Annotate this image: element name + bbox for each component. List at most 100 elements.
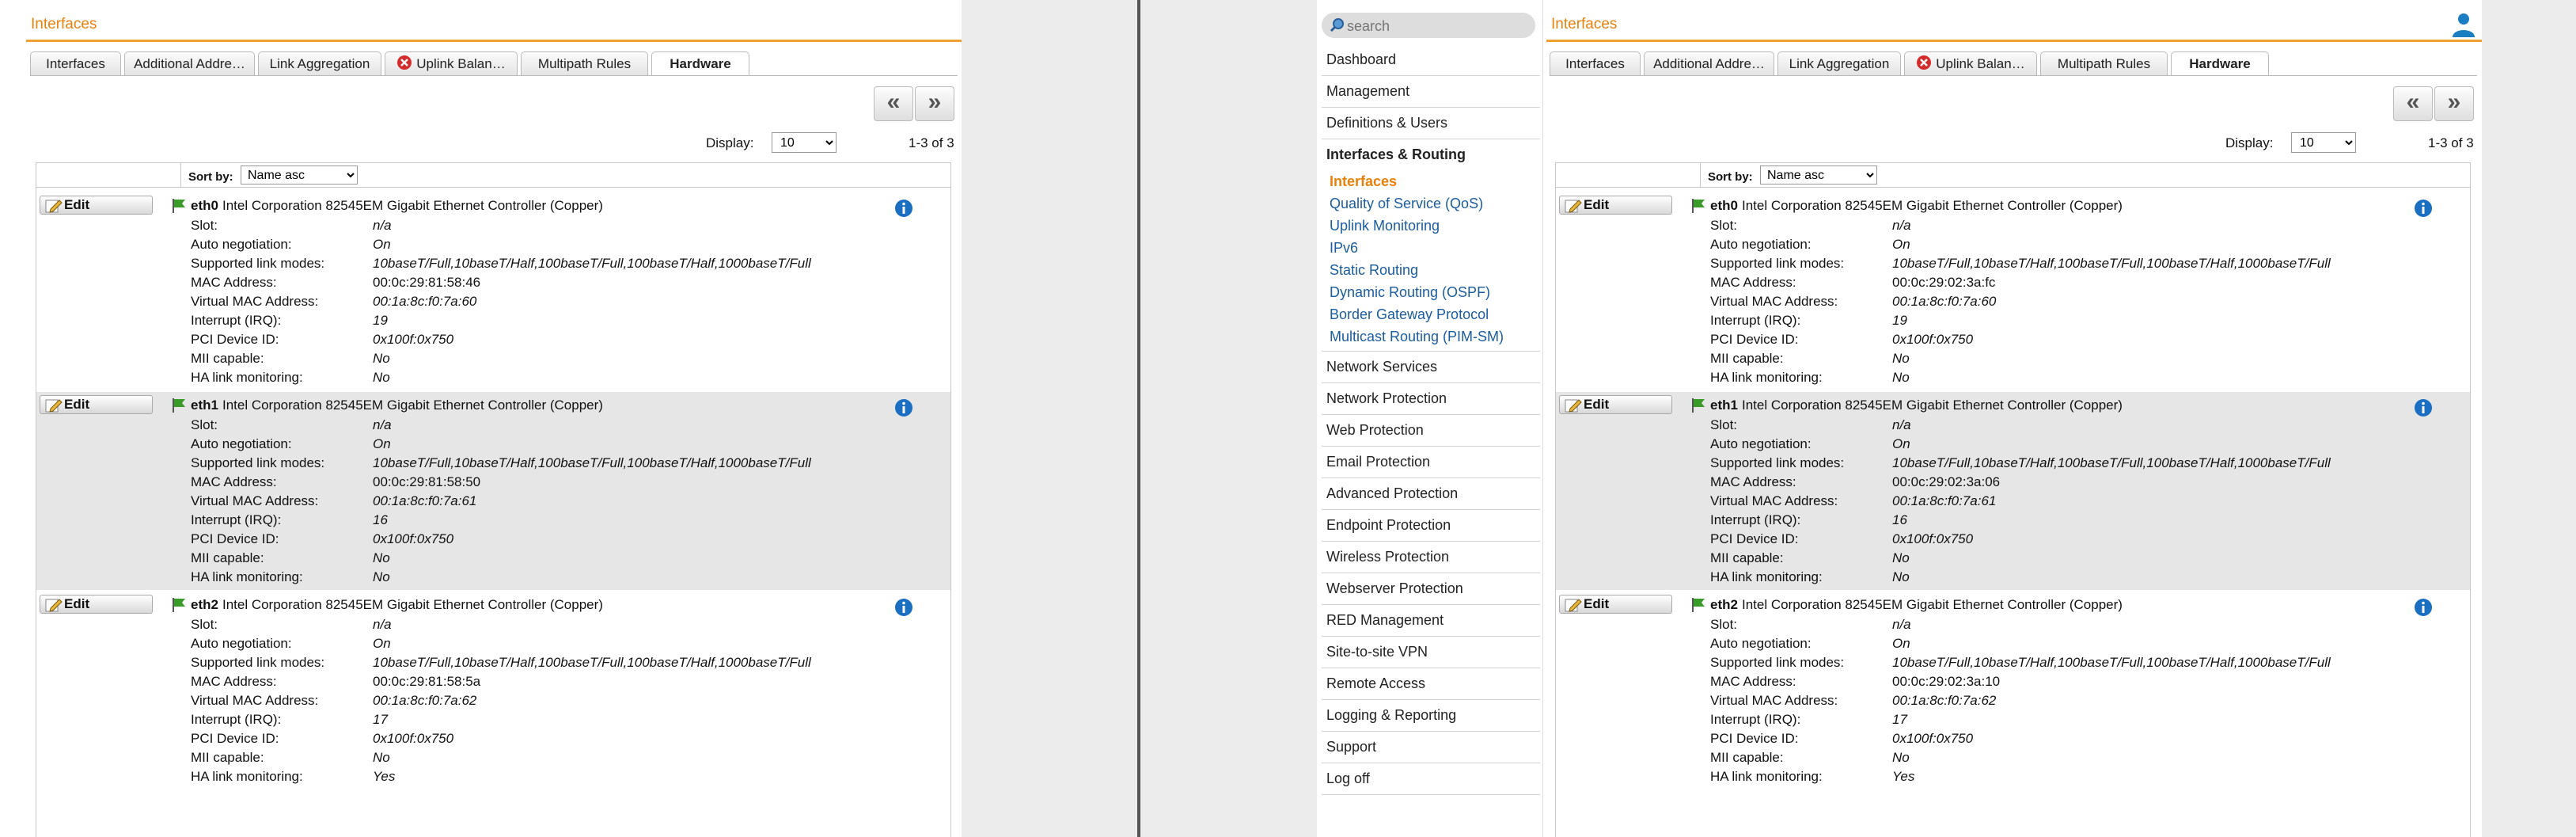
next-page-button[interactable]: »: [2434, 86, 2474, 121]
tab-hardware[interactable]: Hardware: [2171, 51, 2269, 76]
screen-divider: [1137, 0, 1140, 837]
edit-button[interactable]: Edit: [1559, 196, 1672, 215]
tab-label: Hardware: [2189, 56, 2251, 71]
menu-item-advanced-protection[interactable]: Advanced Protection: [1322, 478, 1540, 510]
menu-item-logging-reporting[interactable]: Logging & Reporting: [1322, 700, 1540, 732]
result-count: 1-3 of 3: [909, 135, 954, 150]
edit-button[interactable]: Edit: [40, 196, 153, 215]
property-value-mac: 00:0c:29:81:58:5a: [373, 674, 481, 689]
info-icon[interactable]: [2414, 598, 2433, 621]
property-value-auto: On: [373, 636, 391, 651]
menu-item-network-services[interactable]: Network Services: [1322, 352, 1540, 383]
tab-link-aggregation[interactable]: Link Aggregation: [1777, 51, 1901, 75]
submenu-item-dynamic-routing-ospf[interactable]: Dynamic Routing (OSPF): [1322, 281, 1540, 303]
menu-item-dashboard[interactable]: Dashboard: [1322, 44, 1540, 76]
tab-hardware[interactable]: Hardware: [651, 51, 749, 76]
property-label: Auto negotiation:: [191, 636, 292, 651]
edit-button[interactable]: Edit: [1559, 595, 1672, 614]
interface-id: eth0: [191, 198, 218, 213]
menu-item-network-protection[interactable]: Network Protection: [1322, 383, 1540, 415]
property-value-mac: 00:0c:29:81:58:46: [373, 275, 481, 290]
menu-item-endpoint-protection[interactable]: Endpoint Protection: [1322, 510, 1540, 542]
tab-label: Uplink Balan…: [1936, 56, 2025, 71]
property-value-pci: 0x100f:0x750: [1892, 731, 1974, 746]
hardware-list: Sort by: Name asc Edit eth0 Intel Corporatio…: [1555, 162, 2471, 837]
menu-item-wireless-protection[interactable]: Wireless Protection: [1322, 542, 1540, 573]
menu-item-email-protection[interactable]: Email Protection: [1322, 447, 1540, 478]
tab-uplink-balan[interactable]: Uplink Balan…: [1904, 51, 2037, 75]
edit-button[interactable]: Edit: [40, 395, 153, 414]
menu-item-site-to-site-vpn[interactable]: Site-to-site VPN: [1322, 637, 1540, 668]
submenu-item-static-routing[interactable]: Static Routing: [1322, 259, 1540, 281]
tab-interfaces[interactable]: Interfaces: [1550, 51, 1641, 75]
property-label: MAC Address:: [1710, 674, 1796, 689]
edit-button[interactable]: Edit: [40, 595, 153, 614]
search-box[interactable]: [1322, 13, 1535, 38]
display-select[interactable]: 10: [2291, 132, 2356, 153]
property-value-mii: No: [1892, 550, 1910, 565]
info-icon[interactable]: [894, 598, 913, 621]
first-page-button[interactable]: «: [2393, 86, 2433, 121]
property-label: MII capable:: [1710, 750, 1784, 765]
info-icon[interactable]: [894, 398, 913, 421]
tab-additional-addre[interactable]: Additional Addre…: [1644, 51, 1774, 75]
interface-row: Edit eth2 Intel Corporation 82545EM Gigabi…: [36, 592, 950, 789]
interface-id: eth1: [191, 398, 218, 413]
menu-item-log-off[interactable]: Log off: [1322, 763, 1540, 795]
info-icon[interactable]: [2414, 398, 2433, 421]
property-label: Auto negotiation:: [191, 237, 292, 252]
submenu-item-quality-of-service-qos[interactable]: Quality of Service (QoS): [1322, 192, 1540, 215]
info-icon[interactable]: [894, 199, 913, 222]
property-value-pci: 0x100f:0x750: [373, 531, 454, 546]
submenu-item-border-gateway-protocol[interactable]: Border Gateway Protocol: [1322, 303, 1540, 325]
interface-id: eth2: [191, 597, 218, 612]
sort-select[interactable]: Name asc: [1760, 165, 1877, 185]
display-label: Display:: [706, 135, 754, 150]
edit-button[interactable]: Edit: [1559, 395, 1672, 414]
tab-link-aggregation[interactable]: Link Aggregation: [258, 51, 381, 75]
menu-item-management[interactable]: Management: [1322, 76, 1540, 108]
menu-item-interfaces-routing[interactable]: Interfaces & Routing: [1322, 139, 1540, 170]
first-page-button[interactable]: «: [874, 86, 913, 121]
menu-item-remote-access[interactable]: Remote Access: [1322, 668, 1540, 700]
property-label: Supported link modes:: [1710, 256, 1845, 271]
submenu-item-interfaces[interactable]: Interfaces: [1322, 170, 1540, 192]
user-icon[interactable]: [2450, 11, 2477, 38]
display-select[interactable]: 10: [772, 132, 837, 153]
submenu-item-ipv6[interactable]: IPv6: [1322, 237, 1540, 259]
property-label: HA link monitoring:: [191, 569, 303, 584]
property-label: MAC Address:: [191, 474, 277, 489]
property-value-modes: 10baseT/Full,10baseT/Half,100baseT/Full,…: [373, 455, 811, 470]
tab-uplink-balan[interactable]: Uplink Balan…: [385, 51, 518, 75]
property-label: Auto negotiation:: [1710, 636, 1812, 651]
tab-label: Uplink Balan…: [416, 56, 506, 71]
sidebar: DashboardManagementDefinitions & UsersIn…: [1317, 0, 1543, 837]
submenu-item-uplink-monitoring[interactable]: Uplink Monitoring: [1322, 215, 1540, 237]
property-label: Interrupt (IRQ):: [1710, 313, 1801, 328]
tab-label: Interfaces: [1565, 56, 1625, 71]
menu-item-red-management[interactable]: RED Management: [1322, 605, 1540, 637]
tab-label: Multipath Rules: [2057, 56, 2151, 71]
status-flag-icon: [171, 597, 187, 617]
next-page-button[interactable]: »: [915, 86, 954, 121]
info-icon[interactable]: [2414, 199, 2433, 222]
edit-icon: [1565, 398, 1582, 418]
property-value-slot: n/a: [1892, 617, 1911, 632]
search-input[interactable]: [1345, 15, 1527, 37]
menu-item-support[interactable]: Support: [1322, 732, 1540, 763]
tab-interfaces[interactable]: Interfaces: [30, 51, 121, 75]
sort-select[interactable]: Name asc: [241, 165, 358, 185]
menu-item-webserver-protection[interactable]: Webserver Protection: [1322, 573, 1540, 605]
property-label: Virtual MAC Address:: [1710, 294, 1838, 309]
menu-item-web-protection[interactable]: Web Protection: [1322, 415, 1540, 447]
tab-additional-addre[interactable]: Additional Addre…: [124, 51, 255, 75]
menu-item-definitions-users[interactable]: Definitions & Users: [1322, 108, 1540, 139]
submenu-item-multicast-routing-pim-sm[interactable]: Multicast Routing (PIM-SM): [1322, 325, 1540, 348]
property-label: Slot:: [1710, 218, 1738, 233]
property-value-mii: No: [373, 550, 390, 565]
tab-multipath-rules[interactable]: Multipath Rules: [2040, 51, 2168, 75]
property-value-vmac: 00:1a:8c:f0:7a:62: [373, 693, 477, 708]
interface-id: eth2: [1710, 597, 1738, 612]
tab-multipath-rules[interactable]: Multipath Rules: [521, 51, 648, 75]
interface-name: eth2 Intel Corporation 82545EM Gigabit Et…: [191, 597, 603, 613]
